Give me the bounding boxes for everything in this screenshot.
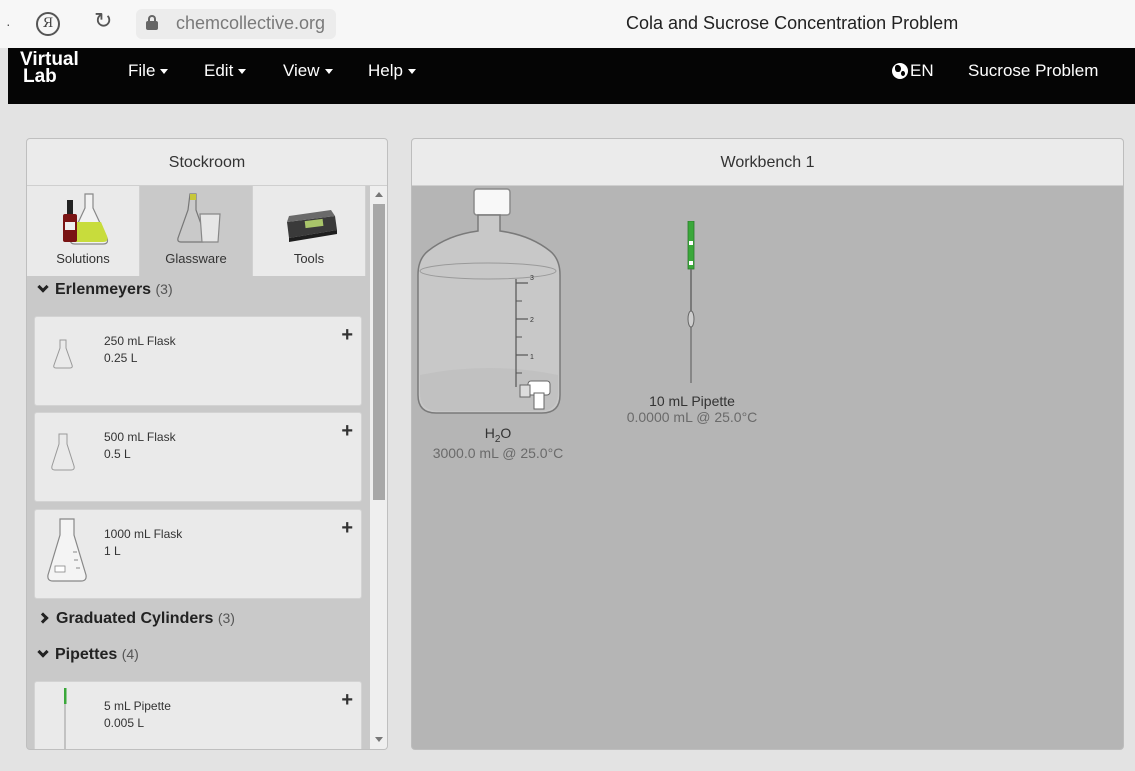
stockroom-tabs: Solutions Glassware Tools [27,186,367,276]
pipette-icon [64,688,67,749]
language-selector[interactable]: EN [910,61,934,81]
chevron-right-icon [37,612,49,624]
help-menu[interactable]: Help [368,61,416,81]
browser-edge-dot: · [6,16,11,32]
item-volume: 0.25 L [104,351,138,365]
reload-icon[interactable]: ↻ [94,8,112,34]
virtual-lab-logo[interactable]: Virtual Lab [20,50,79,87]
page-title: Cola and Sucrose Concentration Problem [626,13,959,33]
lock-icon [146,15,158,30]
scroll-down-arrow-icon[interactable] [375,737,383,742]
caret-down-icon [160,69,169,75]
section-erlenmeyers[interactable]: Erlenmeyers (3) [37,281,173,299]
add-1000ml-flask-button[interactable]: + [341,517,353,540]
caret-down-icon [324,69,333,75]
flask-icon [47,518,87,582]
list-item-250ml-flask[interactable]: 250 mL Flask 0.25 L + [34,316,362,406]
workbench-title: Workbench 1 [412,139,1123,186]
flask-icon [53,339,73,369]
logo-line-2: Lab [23,66,57,87]
app-navbar: Virtual Lab File Edit View Help EN Sucro… [8,48,1135,104]
chevron-down-icon [37,646,49,658]
pipette-10ml-label: 10 mL Pipette 0.0000 mL @ 25.0°C [612,393,772,425]
tab-tools[interactable]: Tools [253,186,366,276]
globe-icon[interactable] [892,63,908,79]
item-volume: 0.005 L [104,716,145,730]
water-carboy-icon[interactable]: 3 2 1 [416,187,562,421]
list-item-500ml-flask[interactable]: 500 mL Flask 0.5 L + [34,412,362,502]
scrollbar-thumb[interactable] [373,204,385,500]
url-text[interactable]: chemcollective.org [176,13,325,34]
tab-glassware[interactable]: Glassware [140,186,253,276]
problem-name[interactable]: Sucrose Problem [968,61,1098,81]
item-name: 5 mL Pipette [104,699,171,713]
pipette-10ml-icon[interactable] [684,221,698,387]
workbench-panel: Workbench 1 3 2 1 H2O 3000.0 mL @ 25.0°C… [411,138,1124,750]
water-formula: H2O [484,425,512,445]
scale-mark-2: 2 [530,317,534,324]
pipette-volume-temp: 0.0000 mL @ 25.0°C [626,409,758,425]
water-carboy-label: H2O 3000.0 mL @ 25.0°C [418,425,578,461]
tab-solutions[interactable]: Solutions [27,186,140,276]
stockroom-title: Stockroom [27,139,387,186]
item-name: 1000 mL Flask [104,527,183,541]
scroll-up-arrow-icon[interactable] [375,192,383,197]
view-menu[interactable]: View [283,61,333,81]
scale-mark-1: 1 [530,354,534,361]
tab-tools-label: Tools [293,251,325,266]
list-item-5ml-pipette[interactable]: 5 mL Pipette 0.005 L + [34,681,362,749]
caret-down-icon [238,69,247,75]
scale-icon [287,210,337,242]
item-name: 250 mL Flask [104,334,176,348]
chevron-down-icon [37,281,49,293]
scale-mark-3: 3 [530,275,534,282]
caret-down-icon [407,69,416,75]
glassware-icon [177,193,221,243]
list-item-1000ml-flask[interactable]: 1000 mL Flask 1 L + [34,509,362,599]
tab-glassware-label: Glassware [165,251,227,266]
browser-toolbar: · Я ↻ chemcollective.org Cola and Sucros… [0,0,1135,48]
add-500ml-flask-button[interactable]: + [341,420,353,443]
file-menu[interactable]: File [128,61,169,81]
add-5ml-pipette-button[interactable]: + [341,689,353,712]
water-volume-temp: 3000.0 mL @ 25.0°C [432,444,564,461]
stockroom-scrollbar[interactable] [370,186,387,749]
section-pipettes[interactable]: Pipettes (4) [37,646,139,664]
solutions-icon [63,193,109,245]
stockroom-panel: Stockroom Solutions Glassware Tools Erle… [26,138,388,750]
pipette-name: 10 mL Pipette [649,393,735,409]
item-volume: 0.5 L [104,447,131,461]
item-name: 500 mL Flask [104,430,176,444]
section-graduated-cylinders[interactable]: Graduated Cylinders (3) [37,610,235,628]
yandex-icon[interactable]: Я [36,12,60,36]
edit-menu[interactable]: Edit [204,61,247,81]
flask-icon [51,433,75,471]
tab-solutions-label: Solutions [56,251,110,266]
add-250ml-flask-button[interactable]: + [341,324,353,347]
item-volume: 1 L [104,544,121,558]
